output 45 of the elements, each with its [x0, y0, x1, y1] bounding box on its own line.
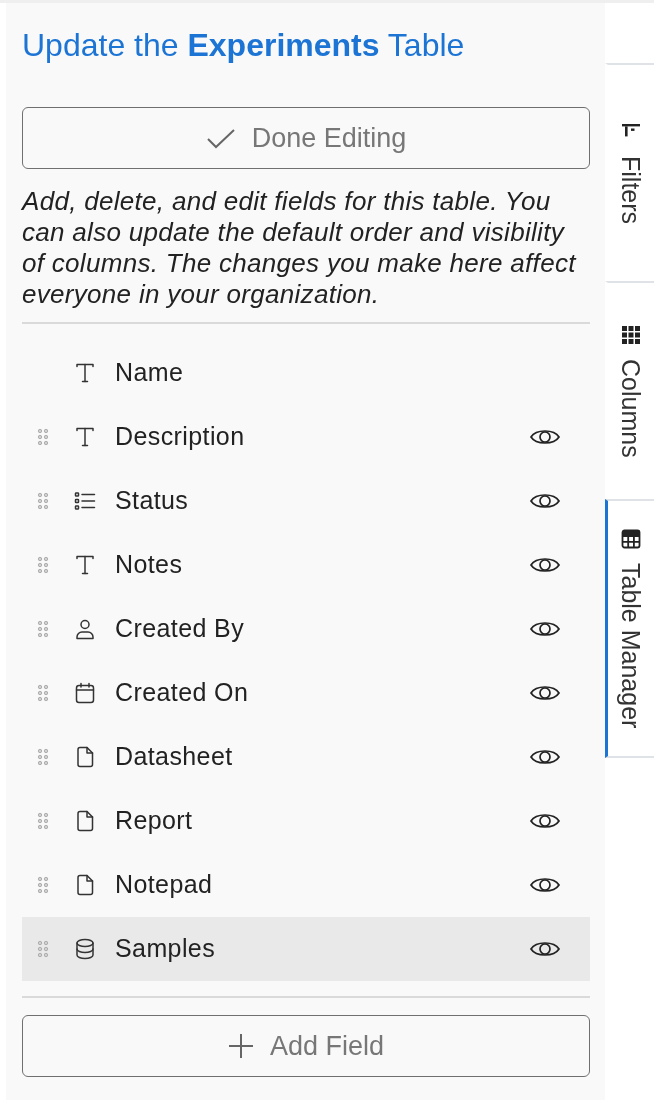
- field-row[interactable]: Datasheet: [22, 725, 590, 789]
- panel-title: Update the Experiments Table: [22, 26, 466, 64]
- drag-handle-icon[interactable]: [37, 491, 49, 511]
- field-row[interactable]: Report: [22, 789, 590, 853]
- side-tab[interactable]: Table Manager: [605, 499, 654, 759]
- drag-handle-icon[interactable]: [37, 555, 49, 575]
- list-icon: [73, 489, 97, 513]
- field-row[interactable]: Created By: [22, 597, 590, 661]
- drag-handle-icon[interactable]: [37, 811, 49, 831]
- field-row[interactable]: Notepad: [22, 853, 590, 917]
- field-row[interactable]: Status: [22, 469, 590, 533]
- drag-handle-icon[interactable]: [37, 683, 49, 703]
- field-name: Created On: [115, 677, 249, 709]
- calendar-icon: [73, 681, 97, 705]
- field-name: Notepad: [115, 869, 213, 901]
- grid-icon: [621, 324, 641, 345]
- field-name: Name: [115, 357, 184, 389]
- field-name: Report: [115, 805, 193, 837]
- check-icon: [205, 127, 236, 149]
- field-name: Samples: [115, 933, 216, 965]
- drag-handle-icon[interactable]: [37, 619, 49, 639]
- field-row[interactable]: Description: [22, 405, 590, 469]
- field-row[interactable]: Name: [22, 341, 590, 405]
- text-type-icon: [73, 425, 97, 449]
- table-icon: [621, 529, 641, 549]
- drag-handle-icon[interactable]: [37, 939, 49, 959]
- database-icon: [73, 937, 97, 961]
- text-type-icon: [73, 361, 97, 385]
- plus-icon: [227, 1033, 254, 1059]
- person-icon: [73, 617, 97, 641]
- description-text: Add, delete, and edit fields for this table. You can also update the default order and visibility of columns. The changes you make here affect everyone in your organization.: [22, 186, 578, 310]
- field-name: Notes: [115, 549, 183, 581]
- done-editing-button[interactable]: Done Editing: [22, 107, 590, 169]
- field-row[interactable]: Notes: [22, 533, 590, 597]
- drag-handle-icon[interactable]: [37, 875, 49, 895]
- field-row[interactable]: Created On: [22, 661, 590, 725]
- field-name: Created By: [115, 613, 245, 645]
- field-name: Description: [115, 421, 245, 453]
- text-type-icon: [73, 553, 97, 577]
- drag-handle-icon[interactable]: [37, 427, 49, 447]
- field-row[interactable]: Samples: [22, 917, 590, 981]
- add-field-button[interactable]: Add Field: [22, 1015, 590, 1077]
- field-name: Datasheet: [115, 741, 233, 773]
- drag-handle-icon[interactable]: [37, 747, 49, 767]
- field-name: Status: [115, 485, 189, 517]
